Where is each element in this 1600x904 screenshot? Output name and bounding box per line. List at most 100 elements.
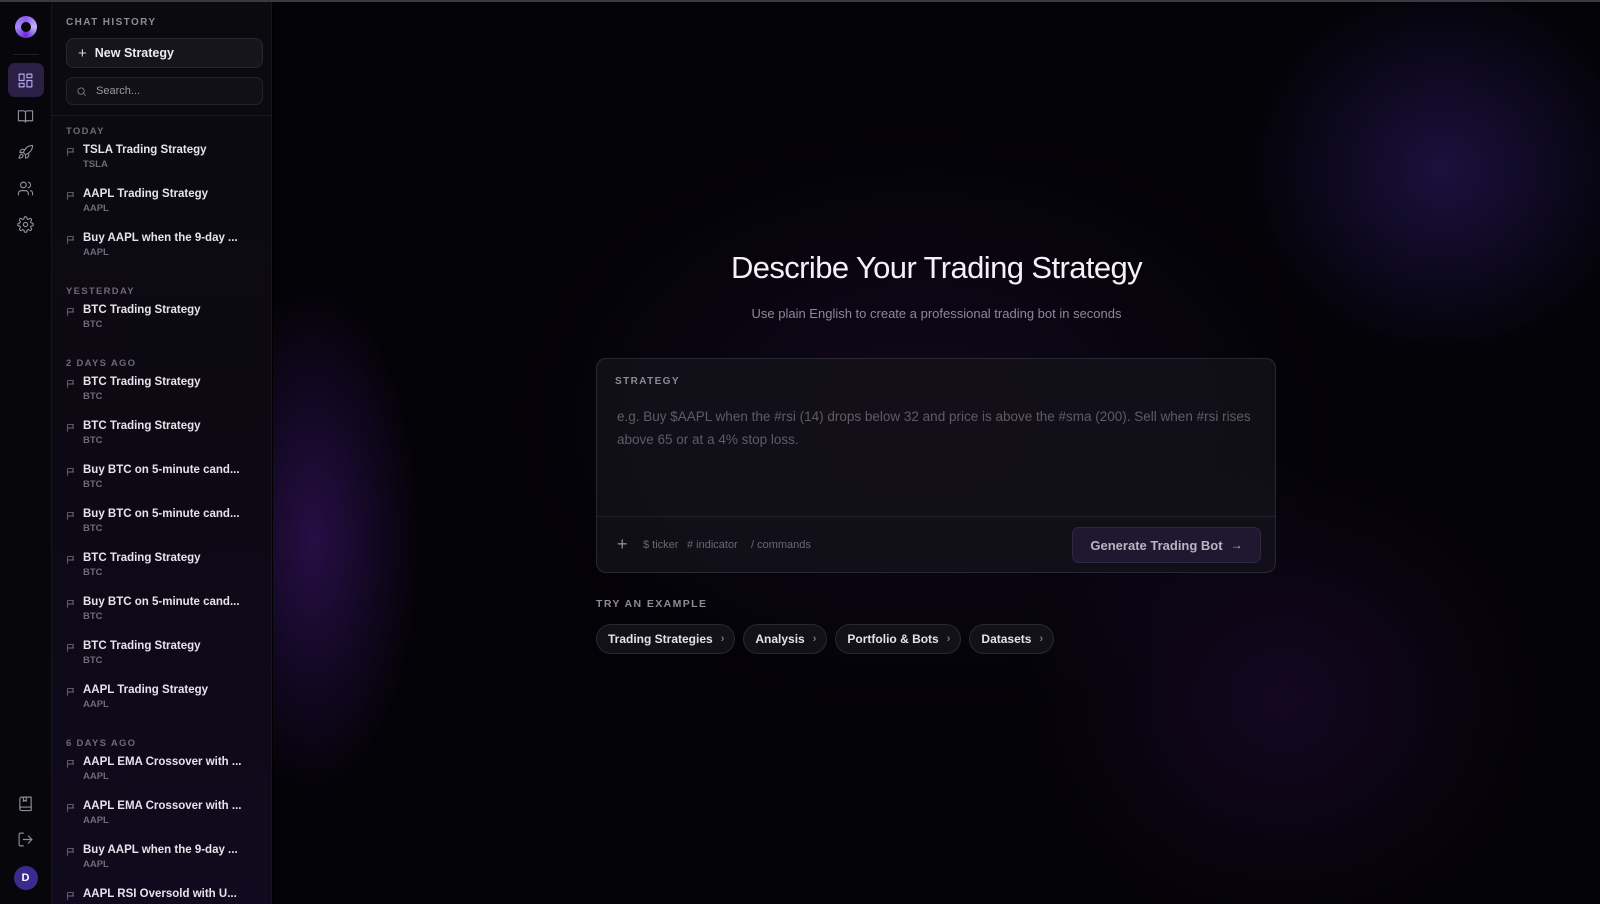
chat-flag-icon bbox=[67, 556, 75, 564]
chat-item-text: AAPL RSI Oversold with U... AAPL bbox=[83, 888, 248, 904]
chat-item-text: Buy AAPL when the 9-day ... AAPL bbox=[83, 844, 248, 870]
example-chip[interactable]: Portfolio & Bots › bbox=[835, 624, 962, 654]
chat-flag-icon bbox=[67, 148, 75, 156]
app-logo[interactable] bbox=[14, 16, 37, 38]
window-top-border bbox=[0, 0, 1600, 2]
icon-rail: D bbox=[0, 0, 52, 904]
nav-dashboard[interactable] bbox=[7, 63, 44, 97]
search-icon bbox=[77, 86, 86, 96]
sidebar-title: CHAT HISTORY bbox=[66, 17, 157, 28]
chat-flag-icon bbox=[67, 468, 75, 476]
example-chip[interactable]: Trading Strategies › bbox=[596, 624, 736, 654]
nav-community[interactable] bbox=[8, 171, 44, 205]
chat-history-item[interactable]: BTC Trading Strategy BTC bbox=[64, 552, 261, 596]
chat-flag-icon bbox=[67, 512, 75, 520]
chat-item-title: BTC Trading Strategy bbox=[83, 552, 201, 564]
chat-item-ticker: AAPL bbox=[83, 859, 109, 870]
chat-history-item[interactable]: Buy BTC on 5-minute cand... BTC bbox=[64, 508, 261, 552]
chevron-right-icon: › bbox=[1039, 633, 1044, 645]
generate-trading-bot-button[interactable]: Generate Trading Bot → bbox=[1072, 527, 1261, 563]
chevron-right-icon: › bbox=[720, 633, 725, 645]
generate-button-label: Generate Trading Bot bbox=[1090, 537, 1223, 553]
chat-item-ticker: BTC bbox=[83, 611, 103, 622]
chat-history-item[interactable]: AAPL EMA Crossover with ... AAPL bbox=[64, 800, 261, 844]
chat-item-ticker: AAPL bbox=[83, 815, 109, 826]
chat-item-text: BTC Trading Strategy BTC bbox=[83, 552, 248, 578]
chat-item-text: Buy BTC on 5-minute cand... BTC bbox=[83, 464, 248, 490]
chat-history-item[interactable]: AAPL EMA Crossover with ... AAPL bbox=[64, 756, 261, 800]
chat-flag-icon bbox=[67, 644, 75, 652]
hint-commands[interactable]: / commands bbox=[751, 539, 811, 551]
nav-docs[interactable] bbox=[8, 786, 44, 820]
chat-item-title: AAPL RSI Oversold with U... bbox=[83, 888, 237, 900]
hint-ticker[interactable]: $ ticker bbox=[643, 539, 678, 551]
chat-item-title: Buy BTC on 5-minute cand... bbox=[83, 508, 240, 520]
chat-item-ticker: BTC bbox=[83, 655, 103, 666]
nav-logout[interactable] bbox=[8, 822, 44, 856]
chat-item-title: Buy BTC on 5-minute cand... bbox=[83, 596, 240, 608]
chip-label: Analysis bbox=[755, 632, 805, 646]
attach-plus-icon[interactable]: + bbox=[617, 534, 628, 555]
sidebar-divider bbox=[52, 115, 271, 116]
chat-item-text: TSLA Trading Strategy TSLA bbox=[83, 144, 248, 170]
example-chip[interactable]: Datasets › bbox=[969, 624, 1055, 654]
chat-item-title: AAPL EMA Crossover with ... bbox=[83, 800, 242, 812]
hint-indicator[interactable]: # indicator bbox=[687, 539, 738, 551]
chat-item-ticker: AAPL bbox=[83, 203, 109, 214]
chat-item-title: AAPL EMA Crossover with ... bbox=[83, 756, 242, 768]
chip-label: Datasets bbox=[981, 632, 1032, 646]
search-box[interactable] bbox=[66, 77, 263, 105]
chat-item-text: AAPL EMA Crossover with ... AAPL bbox=[83, 756, 248, 782]
rail-bottom: D bbox=[8, 786, 44, 890]
chat-history-item[interactable]: BTC Trading Strategy BTC bbox=[64, 640, 261, 684]
page-title: Describe Your Trading Strategy bbox=[730, 250, 1143, 285]
new-strategy-button[interactable]: + New Strategy bbox=[66, 38, 263, 68]
chat-history-item[interactable]: BTC Trading Strategy BTC bbox=[64, 376, 261, 420]
chat-history-item[interactable]: Buy AAPL when the 9-day ... AAPL bbox=[64, 232, 261, 276]
chat-item-ticker: BTC bbox=[83, 319, 103, 330]
chat-history-item[interactable]: AAPL Trading Strategy AAPL bbox=[64, 684, 261, 728]
chat-item-text: AAPL EMA Crossover with ... AAPL bbox=[83, 800, 248, 826]
chat-item-text: Buy BTC on 5-minute cand... BTC bbox=[83, 508, 248, 534]
chat-item-text: AAPL Trading Strategy AAPL bbox=[83, 684, 248, 710]
chat-item-ticker: TSLA bbox=[83, 159, 108, 170]
chat-flag-icon bbox=[67, 308, 75, 316]
chat-history-item[interactable]: Buy BTC on 5-minute cand... BTC bbox=[64, 464, 261, 508]
chat-history-item[interactable]: AAPL Trading Strategy AAPL bbox=[64, 188, 261, 232]
search-input[interactable] bbox=[94, 84, 254, 98]
chat-flag-icon bbox=[67, 688, 75, 696]
chat-history-item[interactable]: BTC Trading Strategy BTC bbox=[64, 420, 261, 464]
chevron-right-icon: › bbox=[946, 633, 951, 645]
chat-flag-icon bbox=[67, 380, 75, 388]
nav-settings[interactable] bbox=[8, 207, 44, 241]
chat-item-title: Buy AAPL when the 9-day ... bbox=[83, 844, 238, 856]
chat-history-item[interactable]: Buy AAPL when the 9-day ... AAPL bbox=[64, 844, 261, 888]
chat-history-item[interactable]: TSLA Trading Strategy TSLA bbox=[64, 144, 261, 188]
strategy-textarea[interactable] bbox=[615, 403, 1255, 503]
example-chip[interactable]: Analysis › bbox=[743, 624, 828, 654]
chat-item-text: Buy BTC on 5-minute cand... BTC bbox=[83, 596, 248, 622]
main-content: Describe Your Trading Strategy Use plain… bbox=[273, 0, 1600, 904]
chat-item-ticker: BTC bbox=[83, 435, 103, 446]
plus-icon: + bbox=[78, 44, 87, 62]
chat-history-item[interactable]: Buy BTC on 5-minute cand... BTC bbox=[64, 596, 261, 640]
nav-deploy[interactable] bbox=[8, 135, 44, 169]
chat-history-item[interactable]: AAPL RSI Oversold with U... AAPL bbox=[64, 888, 261, 904]
gear-icon bbox=[17, 215, 34, 233]
chat-item-text: Buy AAPL when the 9-day ... AAPL bbox=[83, 232, 248, 258]
book-open-icon bbox=[17, 109, 34, 123]
chat-item-ticker: AAPL bbox=[83, 699, 109, 710]
user-avatar[interactable]: D bbox=[13, 866, 38, 890]
chat-item-ticker: BTC bbox=[83, 567, 103, 578]
history-group-label: 2 DAYS AGO bbox=[66, 358, 137, 369]
nav-library[interactable] bbox=[8, 99, 44, 133]
chat-item-title: BTC Trading Strategy bbox=[83, 640, 201, 652]
chat-item-text: BTC Trading Strategy BTC bbox=[83, 640, 248, 666]
strategy-card: STRATEGY + $ ticker # indicator / comman… bbox=[596, 358, 1276, 573]
chat-item-text: BTC Trading Strategy BTC bbox=[83, 376, 248, 402]
dashboard-icon bbox=[18, 73, 33, 87]
chat-history-item[interactable]: BTC Trading Strategy BTC bbox=[64, 304, 261, 348]
chip-label: Trading Strategies bbox=[608, 632, 713, 646]
new-strategy-label: New Strategy bbox=[94, 46, 174, 60]
chat-history-list: TODAY TSLA Trading Strategy TSLA AAPL Tr… bbox=[52, 126, 271, 904]
